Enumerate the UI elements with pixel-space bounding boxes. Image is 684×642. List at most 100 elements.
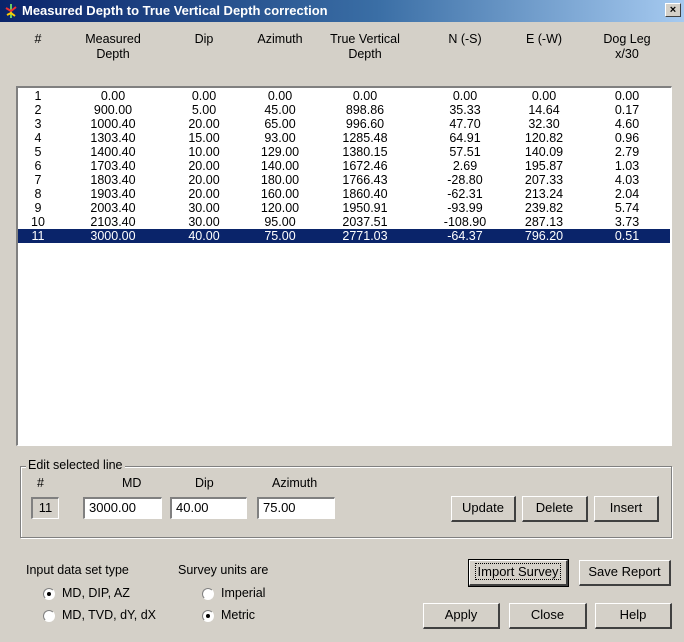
table-row[interactable]: 8 1903.40 20.00 160.00 1860.40 -62.31 213.24 2.… [18, 187, 670, 201]
cell-az: 120.00 [260, 201, 300, 215]
radio-metric[interactable] [202, 610, 214, 622]
cell-dip: 0.00 [191, 89, 217, 103]
delete-button[interactable]: Delete [522, 496, 588, 522]
cell-dl: 1.03 [614, 159, 640, 173]
survey-listbox[interactable]: 1 0.00 0.00 0.00 0.00 0.00 0.00 0.00 2 900.00 5.00… [16, 86, 672, 446]
cell-az: 65.00 [264, 117, 296, 131]
cell-ew: 239.82 [524, 201, 564, 215]
save-report-button[interactable]: Save Report [579, 560, 671, 586]
cell-tvd: 2037.51 [342, 215, 388, 229]
cell-ew: 14.64 [528, 103, 560, 117]
table-row[interactable]: 1 0.00 0.00 0.00 0.00 0.00 0.00 0.00 [18, 89, 670, 103]
cell-tvd: 1766.43 [342, 173, 388, 187]
cell-ew: 207.33 [524, 173, 564, 187]
cell-tvd: 1285.48 [342, 131, 388, 145]
cell-n: 11 [31, 229, 45, 243]
cell-ns: 57.51 [449, 145, 481, 159]
radio-imperial[interactable] [202, 588, 214, 600]
table-row[interactable]: 11 3000.00 40.00 75.00 2771.03 -64.37 796.20 0.… [18, 229, 670, 243]
edit-group-label: Edit selected line [26, 458, 125, 472]
close-window-button[interactable]: × [665, 3, 681, 17]
cell-az: 180.00 [260, 173, 300, 187]
header-n: # [34, 32, 42, 46]
cell-ew: 32.30 [528, 117, 560, 131]
table-row[interactable]: 4 1303.40 15.00 93.00 1285.48 64.91 120.82 0.96 [18, 131, 670, 145]
cell-dl: 0.96 [614, 131, 640, 145]
cell-az: 95.00 [264, 215, 296, 229]
cell-md: 1400.40 [90, 145, 136, 159]
cell-md: 1703.40 [90, 159, 136, 173]
cell-ns: 35.33 [449, 103, 481, 117]
cell-ns: -93.99 [447, 201, 483, 215]
md-input[interactable]: 3000.00 [83, 497, 162, 519]
cell-dip: 40.00 [188, 229, 220, 243]
radio-imperial-label[interactable]: Imperial [221, 586, 265, 600]
cell-n: 6 [34, 159, 42, 173]
selected-line-number: 11 [31, 497, 59, 519]
radio-md-tvd-dy-dx-label[interactable]: MD, TVD, dY, dX [62, 608, 156, 622]
radio-md-dip-az-label[interactable]: MD, DIP, AZ [62, 586, 130, 600]
apply-button[interactable]: Apply [423, 603, 500, 629]
edit-md-label: MD [122, 476, 142, 490]
edit-num-label: # [37, 476, 44, 490]
header-az: Azimuth [257, 32, 303, 46]
radio-md-tvd-dy-dx[interactable] [43, 610, 55, 622]
cell-dip: 20.00 [188, 173, 220, 187]
insert-button[interactable]: Insert [594, 496, 659, 522]
cell-tvd: 2771.03 [342, 229, 388, 243]
cell-ns: -108.90 [443, 215, 487, 229]
cell-md: 1000.40 [90, 117, 136, 131]
table-row[interactable]: 7 1803.40 20.00 180.00 1766.43 -28.80 207.33 4.… [18, 173, 670, 187]
import-survey-button[interactable]: Import Survey [468, 559, 569, 587]
cell-ns: 0.00 [452, 89, 478, 103]
azimuth-input[interactable]: 75.00 [257, 497, 335, 519]
cell-dl: 0.17 [614, 103, 640, 117]
cell-ns: -28.80 [447, 173, 483, 187]
survey-units-label: Survey units are [178, 563, 269, 577]
help-button[interactable]: Help [595, 603, 672, 629]
cell-md: 2003.40 [90, 201, 136, 215]
header-ns: N (-S) [448, 32, 482, 46]
table-row[interactable]: 10 2103.40 30.00 95.00 2037.51 -108.90 287.13 3… [18, 215, 670, 229]
cell-n: 3 [34, 117, 42, 131]
input-type-label: Input data set type [26, 563, 129, 577]
import-survey-label: Import Survey [474, 563, 562, 580]
table-row[interactable]: 6 1703.40 20.00 140.00 1672.46 2.69 195.87 1.03 [18, 159, 670, 173]
cell-az: 93.00 [264, 131, 296, 145]
cell-ns: 47.70 [449, 117, 481, 131]
cell-n: 4 [34, 131, 42, 145]
table-row[interactable]: 3 1000.40 20.00 65.00 996.60 47.70 32.30 4.60 [18, 117, 670, 131]
title-bar[interactable]: Measured Depth to True Vertical Depth co… [0, 0, 684, 22]
cell-dl: 5.74 [614, 201, 640, 215]
cell-dip: 30.00 [188, 215, 220, 229]
close-button[interactable]: Close [509, 603, 587, 629]
cell-ew: 0.00 [531, 89, 557, 103]
cell-az: 75.00 [264, 229, 296, 243]
cell-n: 7 [34, 173, 42, 187]
table-row[interactable]: 2 900.00 5.00 45.00 898.86 35.33 14.64 0.17 [18, 103, 670, 117]
table-row[interactable]: 9 2003.40 30.00 120.00 1950.91 -93.99 239.82 5.… [18, 201, 670, 215]
header-dip: Dip [194, 32, 214, 46]
cell-tvd: 0.00 [352, 89, 378, 103]
cell-ew: 120.82 [524, 131, 564, 145]
cell-dip: 15.00 [188, 131, 220, 145]
dip-input[interactable]: 40.00 [170, 497, 247, 519]
cell-dl: 4.60 [614, 117, 640, 131]
cell-az: 45.00 [264, 103, 296, 117]
close-icon: × [669, 4, 677, 16]
cell-ew: 287.13 [524, 215, 564, 229]
header-md: Measured Depth [85, 32, 141, 61]
cell-ns: -64.37 [447, 229, 483, 243]
cell-dip: 30.00 [188, 201, 220, 215]
cell-ew: 195.87 [524, 159, 564, 173]
cell-n: 5 [34, 145, 42, 159]
cell-md: 0.00 [100, 89, 126, 103]
radio-md-dip-az[interactable] [43, 588, 55, 600]
update-button[interactable]: Update [451, 496, 516, 522]
cell-ns: 64.91 [449, 131, 481, 145]
table-row[interactable]: 5 1400.40 10.00 129.00 1380.15 57.51 140.09 2.7… [18, 145, 670, 159]
cell-ns: -62.31 [447, 187, 483, 201]
cell-ew: 213.24 [524, 187, 564, 201]
radio-metric-label[interactable]: Metric [221, 608, 255, 622]
cell-md: 1303.40 [90, 131, 136, 145]
